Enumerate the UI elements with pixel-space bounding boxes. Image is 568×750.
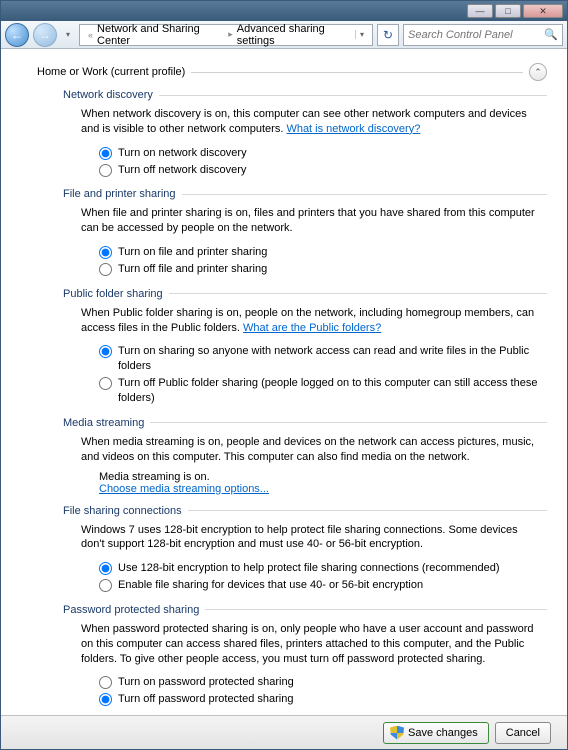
radio-password-sharing-on[interactable]: Turn on password protected sharing	[99, 674, 547, 691]
save-changes-button[interactable]: Save changes	[383, 722, 489, 744]
radio-label: Use 128-bit encryption to help protect f…	[118, 561, 500, 576]
section-file-sharing-connections: File sharing connections Windows 7 uses …	[63, 505, 547, 594]
section-description: Windows 7 uses 128-bit encryption to hel…	[63, 523, 547, 559]
radio-network-discovery-on[interactable]: Turn on network discovery	[99, 145, 547, 162]
forward-button[interactable]: →	[33, 23, 57, 47]
radio-input[interactable]	[99, 562, 112, 575]
radio-label: Turn on file and printer sharing	[118, 245, 267, 260]
divider	[159, 95, 547, 96]
maximize-button[interactable]: □	[495, 4, 521, 18]
window-titlebar: — □ ✕	[1, 1, 567, 21]
radio-input[interactable]	[99, 147, 112, 160]
radio-label: Turn off Public folder sharing (people l…	[118, 376, 547, 406]
section-title: File sharing connections	[63, 505, 182, 517]
radio-label: Turn on sharing so anyone with network a…	[118, 344, 547, 374]
radio-public-folder-off[interactable]: Turn off Public folder sharing (people l…	[99, 375, 547, 407]
radio-label: Turn off password protected sharing	[118, 692, 293, 707]
radio-label: Turn off network discovery	[118, 163, 246, 178]
radio-input[interactable]	[99, 693, 112, 706]
breadcrumb-item[interactable]: Advanced sharing settings	[237, 23, 355, 47]
radio-input[interactable]	[99, 164, 112, 177]
section-public-folder-sharing: Public folder sharing When Public folder…	[63, 288, 547, 407]
radio-file-printer-on[interactable]: Turn on file and printer sharing	[99, 244, 547, 261]
divider	[191, 72, 523, 73]
radio-file-printer-off[interactable]: Turn off file and printer sharing	[99, 261, 547, 278]
profile-header-home-work[interactable]: Home or Work (current profile) ⌃	[37, 63, 547, 81]
section-title: Public folder sharing	[63, 288, 163, 300]
section-title: Password protected sharing	[63, 604, 199, 616]
minimize-button[interactable]: —	[467, 4, 493, 18]
breadcrumb[interactable]: « Network and Sharing Center ▸ Advanced …	[79, 24, 373, 46]
radio-label: Turn off file and printer sharing	[118, 262, 267, 277]
radio-input[interactable]	[99, 676, 112, 689]
radio-label: Enable file sharing for devices that use…	[118, 578, 423, 593]
radio-input[interactable]	[99, 345, 112, 358]
close-button[interactable]: ✕	[523, 4, 563, 18]
radio-network-discovery-off[interactable]: Turn off network discovery	[99, 162, 547, 179]
refresh-button[interactable]: ↻	[377, 24, 399, 46]
section-description: When file and printer sharing is on, fil…	[63, 206, 547, 242]
cancel-button[interactable]: Cancel	[495, 722, 551, 744]
radio-password-sharing-off[interactable]: Turn off password protected sharing	[99, 691, 547, 708]
radio-public-folder-on[interactable]: Turn on sharing so anyone with network a…	[99, 343, 547, 375]
radio-encryption-128[interactable]: Use 128-bit encryption to help protect f…	[99, 560, 547, 577]
divider	[182, 194, 547, 195]
chevron-right-icon: ▸	[224, 29, 237, 40]
section-description: When network discovery is on, this compu…	[63, 107, 547, 143]
button-label: Save changes	[408, 727, 478, 739]
radio-input[interactable]	[99, 579, 112, 592]
collapse-button[interactable]: ⌃	[529, 63, 547, 81]
divider	[205, 609, 547, 610]
shield-icon	[390, 726, 404, 740]
profile-title: Home or Work (current profile)	[37, 66, 185, 78]
breadcrumb-dropdown[interactable]: ▾	[355, 30, 368, 39]
section-description: When Public folder sharing is on, people…	[63, 306, 547, 342]
divider	[188, 510, 547, 511]
divider	[150, 422, 547, 423]
navigation-bar: ← → ▾ « Network and Sharing Center ▸ Adv…	[1, 21, 567, 49]
link-what-is-network-discovery[interactable]: What is network discovery?	[286, 123, 420, 135]
content-scroll[interactable]: Home or Work (current profile) ⌃ Network…	[1, 49, 567, 715]
section-title: File and printer sharing	[63, 188, 176, 200]
footer-bar: Save changes Cancel	[1, 715, 567, 749]
section-description: When media streaming is on, people and d…	[63, 435, 547, 471]
section-description: When password protected sharing is on, o…	[63, 622, 547, 673]
media-streaming-status: Media streaming is on.	[99, 471, 547, 483]
section-password-protected-sharing: Password protected sharing When password…	[63, 604, 547, 708]
section-file-printer-sharing: File and printer sharing When file and p…	[63, 188, 547, 277]
radio-input[interactable]	[99, 377, 112, 390]
divider	[169, 293, 547, 294]
section-title: Network discovery	[63, 89, 153, 101]
radio-label: Turn on network discovery	[118, 146, 247, 161]
link-what-are-public-folders[interactable]: What are the Public folders?	[243, 322, 381, 334]
radio-encryption-40-56[interactable]: Enable file sharing for devices that use…	[99, 577, 547, 594]
search-box[interactable]: 🔍	[403, 24, 563, 46]
control-panel-window: — □ ✕ ← → ▾ « Network and Sharing Center…	[0, 0, 568, 750]
link-choose-media-streaming[interactable]: Choose media streaming options...	[99, 483, 269, 495]
history-dropdown[interactable]: ▾	[61, 25, 75, 45]
radio-input[interactable]	[99, 263, 112, 276]
back-button[interactable]: ←	[5, 23, 29, 47]
radio-input[interactable]	[99, 246, 112, 259]
section-media-streaming: Media streaming When media streaming is …	[63, 417, 547, 495]
section-network-discovery: Network discovery When network discovery…	[63, 89, 547, 178]
radio-label: Turn on password protected sharing	[118, 675, 294, 690]
search-input[interactable]	[408, 29, 544, 41]
search-icon: 🔍	[544, 28, 558, 41]
breadcrumb-item[interactable]: Network and Sharing Center	[97, 23, 224, 47]
section-title: Media streaming	[63, 417, 144, 429]
chevron-icon: «	[84, 30, 97, 40]
